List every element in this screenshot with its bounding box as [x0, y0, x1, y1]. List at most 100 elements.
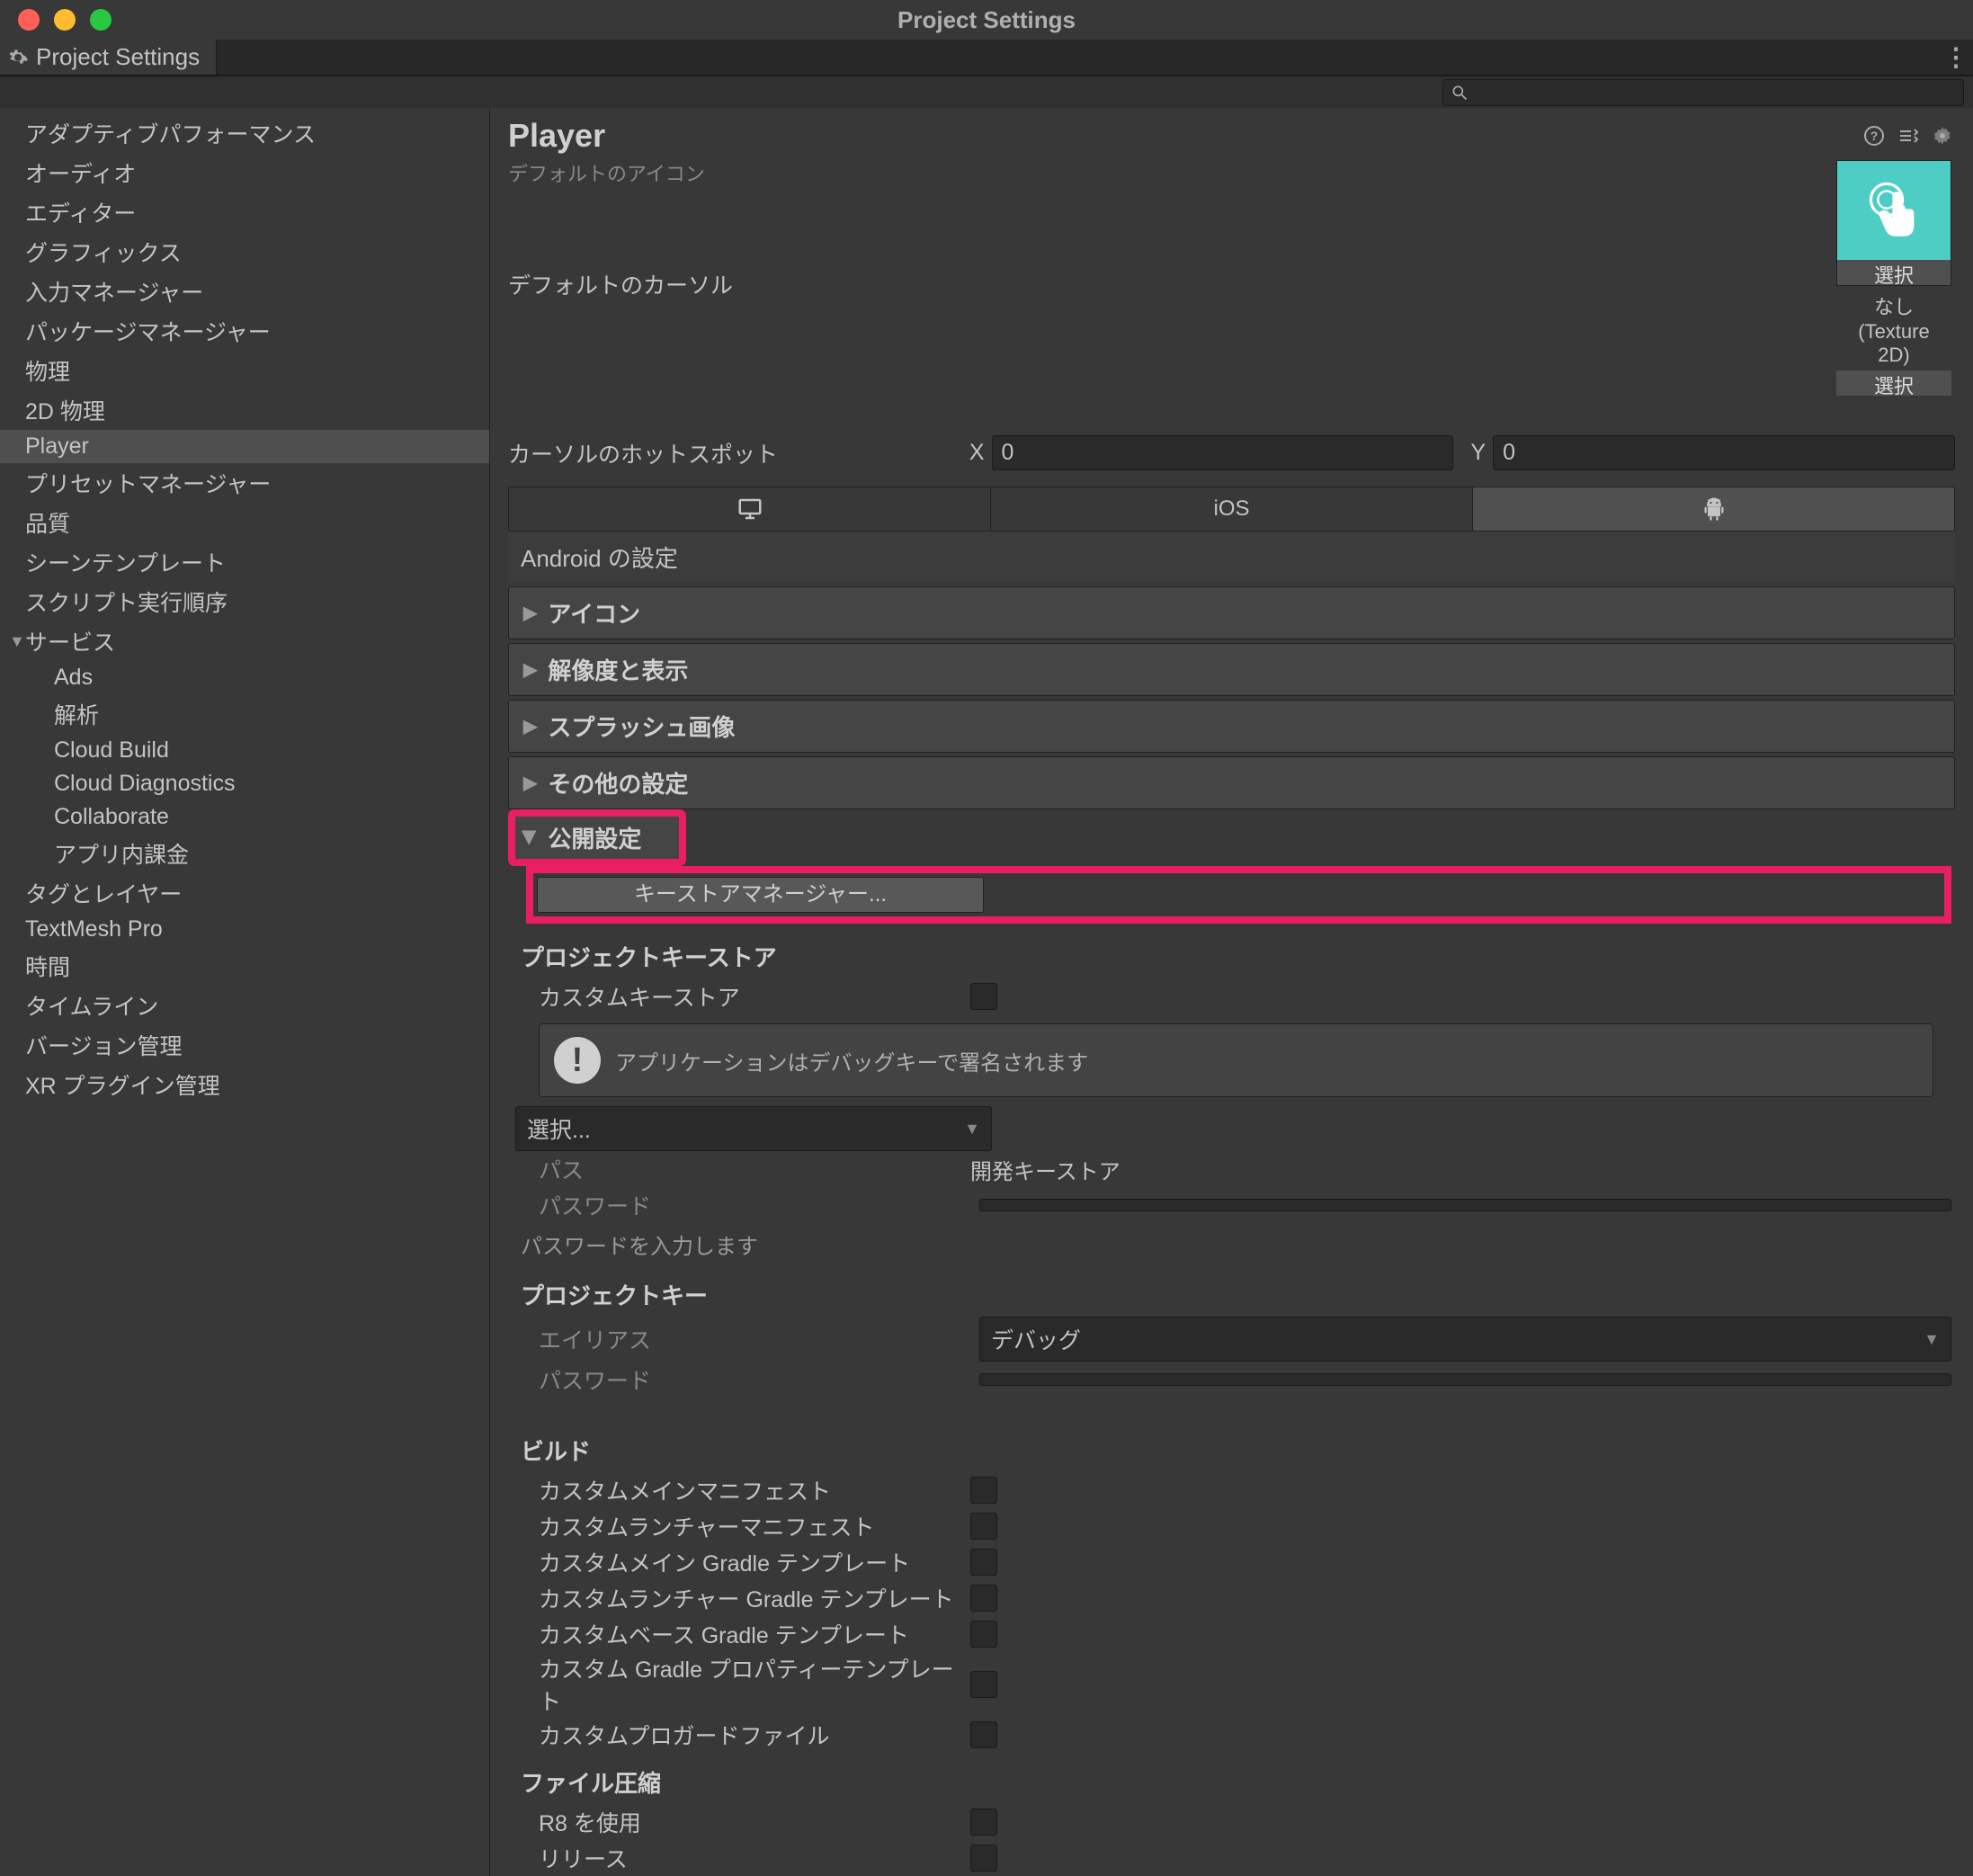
platform-tabs: iOS: [508, 487, 1955, 532]
sidebar-item-timeline[interactable]: タイムライン: [0, 986, 489, 1025]
sidebar-item-input-manager[interactable]: 入力マネージャー: [0, 272, 489, 311]
sidebar-item-cloud-diagnostics[interactable]: Cloud Diagnostics: [0, 767, 489, 800]
default-cursor-select-button[interactable]: 選択: [1836, 371, 1951, 396]
alias-dropdown[interactable]: デバッグ ▼: [979, 1317, 1951, 1362]
collapser-splash[interactable]: ▶スプラッシュ画像: [508, 700, 1955, 753]
custom-proguard-checkbox[interactable]: [970, 1721, 997, 1748]
sidebar-item-graphics[interactable]: グラフィックス: [0, 232, 489, 272]
custom-main-manifest-label: カスタムメインマニフェスト: [539, 1474, 970, 1506]
tab-project-settings[interactable]: Project Settings: [0, 40, 217, 75]
sidebar-item-package-manager[interactable]: パッケージマネージャー: [0, 311, 489, 351]
key-password-label: パスワード: [539, 1363, 970, 1396]
sidebar-item-xr-plugin-management[interactable]: XR プラグイン管理: [0, 1065, 489, 1104]
hotspot-y-input[interactable]: 0: [1493, 435, 1955, 470]
sidebar-item-preset-manager[interactable]: プリセットマネージャー: [0, 463, 489, 503]
sidebar-item-textmesh-pro[interactable]: TextMesh Pro: [0, 913, 489, 946]
svg-text:?: ?: [1870, 129, 1879, 143]
collapser-publish[interactable]: ▶ 公開設定: [512, 813, 683, 862]
custom-launcher-manifest-checkbox[interactable]: [970, 1513, 997, 1540]
custom-keystore-label: カスタムキーストア: [539, 980, 970, 1013]
custom-main-gradle-checkbox[interactable]: [970, 1549, 997, 1576]
search-icon: [1451, 84, 1469, 102]
tab-overflow-menu[interactable]: ⋮: [1948, 40, 1973, 75]
default-icon-select-button[interactable]: 選択: [1837, 260, 1951, 285]
search-bar-row: [0, 76, 1973, 108]
sidebar-item-physics[interactable]: 物理: [0, 351, 489, 390]
sidebar-services-foldout[interactable]: ▼ サービス: [0, 621, 489, 661]
custom-gradle-props-checkbox[interactable]: [970, 1671, 997, 1698]
collapser-resolution[interactable]: ▶解像度と表示: [508, 643, 1955, 696]
settings-gear-icon[interactable]: [1930, 123, 1955, 148]
zoom-window-button[interactable]: [90, 9, 112, 31]
platform-tab-android[interactable]: [1473, 487, 1954, 531]
custom-base-gradle-checkbox[interactable]: [970, 1621, 997, 1648]
tab-row: Project Settings ⋮: [0, 40, 1973, 76]
chevron-down-icon: ▼: [964, 1120, 980, 1139]
platform-tab-desktop[interactable]: [509, 487, 991, 531]
custom-gradle-props-label: カスタム Gradle プロパティーテンプレート: [539, 1652, 970, 1717]
release-checkbox[interactable]: [970, 1845, 997, 1872]
project-keystore-header: プロジェクトキーストア: [512, 927, 1951, 978]
custom-launcher-gradle-checkbox[interactable]: [970, 1585, 997, 1612]
help-icon[interactable]: ?: [1861, 123, 1887, 148]
r8-label: R8 を使用: [539, 1806, 970, 1838]
r8-checkbox[interactable]: [970, 1809, 997, 1836]
release-label: リリース: [539, 1842, 970, 1874]
sidebar-item-scene-template[interactable]: シーンテンプレート: [0, 542, 489, 582]
sidebar-item-iap[interactable]: アプリ内課金: [0, 834, 489, 873]
sidebar-services-label: サービス: [25, 625, 115, 657]
collapser-icon[interactable]: ▶アイコン: [508, 586, 1955, 639]
custom-main-manifest-checkbox[interactable]: [970, 1477, 997, 1504]
keystore-password-input[interactable]: [979, 1199, 1951, 1211]
custom-launcher-manifest-label: カスタムランチャーマニフェスト: [539, 1510, 970, 1542]
close-window-button[interactable]: [18, 9, 40, 31]
custom-launcher-gradle-label: カスタムランチャー Gradle テンプレート: [539, 1582, 970, 1614]
sidebar-item-tags-layers[interactable]: タグとレイヤー: [0, 873, 489, 913]
page-title: Player: [508, 117, 605, 155]
sidebar-item-cloud-build[interactable]: Cloud Build: [0, 734, 489, 767]
sidebar-item-script-execution-order[interactable]: スクリプト実行順序: [0, 582, 489, 621]
keystore-manager-button[interactable]: キーストアマネージャー...: [537, 877, 984, 913]
sidebar-item-quality[interactable]: 品質: [0, 503, 489, 542]
default-icon-picker[interactable]: 選択: [1836, 160, 1951, 286]
minimize-window-button[interactable]: [54, 9, 76, 31]
custom-base-gradle-label: カスタムベース Gradle テンプレート: [539, 1618, 970, 1650]
alias-label: エイリアス: [539, 1323, 970, 1355]
sidebar-item-time[interactable]: 時間: [0, 946, 489, 986]
build-header: ビルド: [512, 1398, 1951, 1472]
preset-icon[interactable]: [1896, 123, 1921, 148]
sidebar-item-ads[interactable]: Ads: [0, 661, 489, 694]
chevron-down-icon: ▶: [519, 831, 541, 844]
platform-tab-ios[interactable]: iOS: [991, 487, 1473, 531]
default-cursor-label: デフォルトのカーソル: [508, 268, 949, 300]
sidebar: アダプティブパフォーマンス オーディオ エディター グラフィックス 入力マネージ…: [0, 108, 490, 1876]
sidebar-item-editor[interactable]: エディター: [0, 192, 489, 232]
collapser-other[interactable]: ▶その他の設定: [508, 756, 1955, 809]
sidebar-item-analytics[interactable]: 解析: [0, 694, 489, 734]
cursor-hotspot-label: カーソルのホットスポット: [508, 437, 952, 469]
sidebar-item-adaptive-performance[interactable]: アダプティブパフォーマンス: [0, 113, 489, 153]
chevron-right-icon: ▶: [523, 658, 537, 681]
sidebar-item-physics-2d[interactable]: 2D 物理: [0, 390, 489, 430]
default-icon-preview: [1837, 161, 1951, 260]
sidebar-item-version-control[interactable]: バージョン管理: [0, 1025, 489, 1065]
default-cursor-picker[interactable]: なし (Texture 2D) 選択: [1836, 288, 1951, 396]
file-compression-header: ファイル圧縮: [512, 1753, 1951, 1804]
sidebar-item-audio[interactable]: オーディオ: [0, 153, 489, 192]
keystore-password-label: パスワード: [539, 1189, 970, 1221]
chevron-down-icon: ▼: [9, 632, 25, 651]
chevron-right-icon: ▶: [523, 602, 537, 624]
desktop-icon: [737, 496, 763, 523]
sidebar-item-collaborate[interactable]: Collaborate: [0, 800, 489, 834]
custom-keystore-checkbox[interactable]: [970, 983, 997, 1010]
chevron-right-icon: ▶: [523, 715, 537, 737]
search-input[interactable]: [1442, 79, 1964, 106]
content-panel: Player ? デフォルトのアイコン: [490, 108, 1973, 1876]
keystore-select-dropdown[interactable]: 選択... ▼: [515, 1106, 992, 1151]
window-title: Project Settings: [897, 6, 1076, 34]
chevron-right-icon: ▶: [523, 772, 537, 794]
hotspot-x-input[interactable]: 0: [992, 435, 1454, 470]
sidebar-item-player[interactable]: Player: [0, 430, 489, 463]
key-password-input[interactable]: [979, 1373, 1951, 1386]
dev-keystore-value: 開発キーストア: [970, 1154, 1951, 1185]
